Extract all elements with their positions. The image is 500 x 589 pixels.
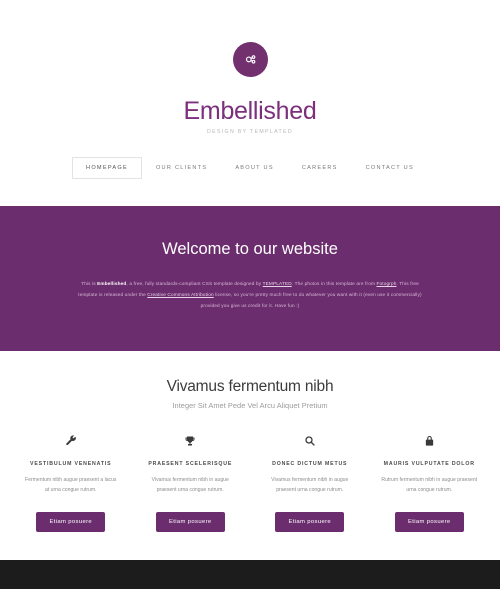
feature-description: Vivamus fermentum nibh in augue praesent… [151, 477, 229, 493]
link-fotogrph[interactable]: Fotogrph [377, 281, 397, 286]
feature-title: Vestibulum Venenatis [30, 461, 112, 468]
trophy-icon [184, 433, 196, 449]
etiam-posuere-button[interactable]: Etiam posuere [275, 511, 345, 532]
site-title: Embellished [183, 97, 317, 125]
feature-title: Mauris Vulputate Dolor [383, 461, 475, 468]
feature-description: Rutrum fermentum nibh in augue praesent … [381, 477, 478, 493]
nav-item-careers[interactable]: Careers [288, 157, 352, 179]
welcome-banner: Welcome to our website This is Embellish… [0, 205, 500, 352]
logo-mark[interactable] [232, 42, 268, 77]
link-creative-commons-attribution[interactable]: Creative Commons Attribution [147, 292, 213, 297]
nav-item-our-clients[interactable]: Our Clients [142, 157, 221, 179]
banner-brand-name: Embellished [97, 281, 127, 287]
nav-item-about-us[interactable]: About Us [221, 157, 288, 179]
feature-title: Donec Dictum Metus [272, 461, 348, 468]
features-subtitle: Integer Sit Amet Pede Vel Arcu Aliquet P… [172, 401, 328, 411]
feature-description: Vivamus fermentum nibh in augue praesent… [271, 477, 349, 493]
wrench-icon [65, 433, 77, 449]
etiam-posuere-button[interactable]: Etiam posuere [36, 511, 106, 532]
banner-paragraph: This is Embellished, a free, fully stand… [74, 278, 426, 311]
banner-text-post: . The photos in this template are from [291, 281, 377, 287]
site-footer: Get in touch [0, 559, 500, 589]
link-templated[interactable]: TEMPLATED [263, 281, 292, 286]
feature-card-donec-dictum-metus: Donec Dictum Metus Vivamus fermentum nib… [253, 433, 367, 532]
feature-title: Praesent Scelerisque [148, 461, 233, 468]
search-icon [304, 433, 316, 449]
features-title: Vivamus fermentum nibh [166, 378, 334, 396]
nav-item-contact-us[interactable]: Contact Us [352, 157, 428, 179]
main-navigation: Homepage Our Clients About Us Careers Co… [0, 156, 500, 179]
feature-card-praesent-scelerisque: Praesent Scelerisque Vivamus fermentum n… [134, 433, 248, 532]
etiam-posuere-button[interactable]: Etiam posuere [155, 511, 225, 532]
feature-grid: Vestibulum Venenatis Fermentum nibh augu… [14, 433, 486, 532]
banner-text-mid: , a free, fully standards-compliant CSS … [126, 281, 263, 287]
site-header: Embellished Design by TEMPLATED Homepage… [0, 0, 500, 179]
cog-icon [243, 53, 257, 67]
site-tagline: Design by TEMPLATED [207, 128, 293, 135]
feature-description: Fermentum nibh augue praesent a lacus at… [25, 477, 117, 493]
nav-item-homepage[interactable]: Homepage [72, 156, 142, 179]
banner-text-pre: This is [81, 281, 98, 287]
feature-card-vestibulum-venenatis: Vestibulum Venenatis Fermentum nibh augu… [14, 433, 128, 532]
banner-title: Welcome to our website [162, 239, 338, 258]
lock-icon [424, 433, 435, 449]
etiam-posuere-button[interactable]: Etiam posuere [394, 511, 464, 532]
feature-card-mauris-vulputate-dolor: Mauris Vulputate Dolor Rutrum fermentum … [373, 433, 487, 532]
banner-text-line2-post: license, so you're pretty much free to d… [200, 292, 422, 309]
features-section: Vivamus fermentum nibh Integer Sit Amet … [0, 351, 500, 560]
